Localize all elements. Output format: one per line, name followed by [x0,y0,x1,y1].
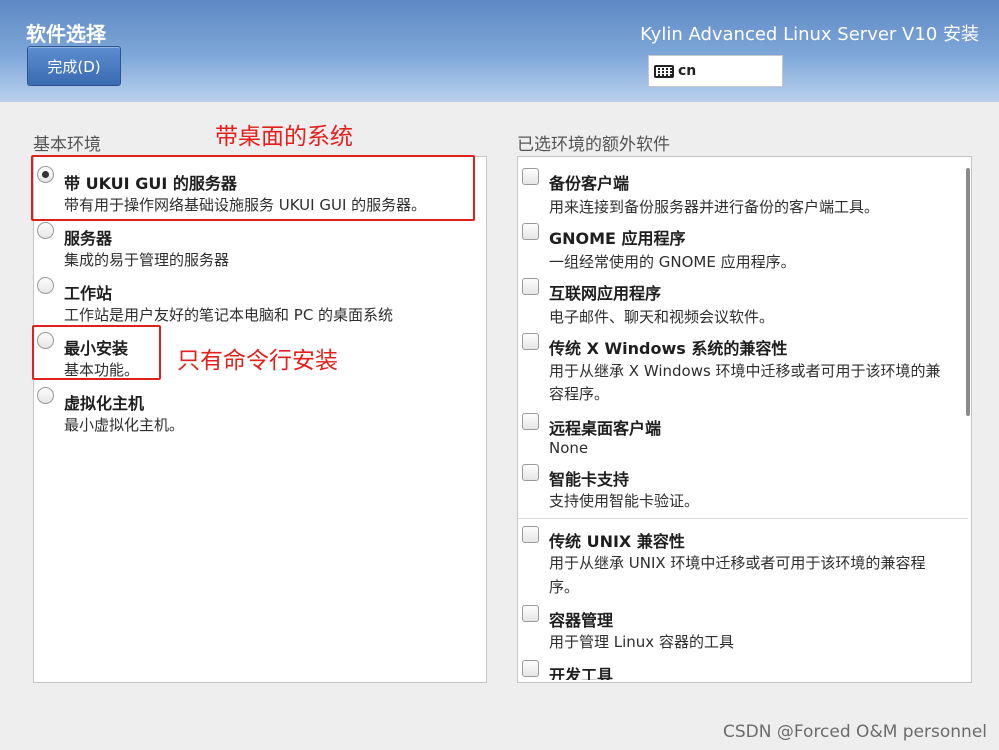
env-desc: 最小虚拟化主机。 [64,416,185,434]
env-title: 工作站 [64,284,113,303]
addon-desc-cont: 序。 [549,578,580,596]
radio-virtualization[interactable] [37,387,54,404]
checkbox-smartcard[interactable] [522,464,539,481]
addon-title: 互联网应用程序 [549,284,662,303]
done-button[interactable]: 完成(D) [27,46,121,86]
addon-title: 远程桌面客户端 [549,419,662,438]
addons-scrollbar[interactable] [966,168,970,416]
addon-title: 传统 X Windows 系统的兼容性 [549,339,788,358]
checkbox-gnome-apps[interactable] [522,223,539,240]
checkbox-x-windows-compat[interactable] [522,333,539,350]
keyboard-layout-indicator[interactable]: cn [648,55,783,87]
keyboard-icon [654,64,674,78]
keyboard-layout-label: cn [678,63,697,79]
addon-desc: 电子邮件、聊天和视频会议软件。 [549,308,775,326]
annotation-desktop-note: 带桌面的系统 [215,124,353,150]
checkbox-remote-desktop[interactable] [522,413,539,430]
addon-desc: 支持使用智能卡验证。 [549,492,700,510]
addon-desc: 用于从继承 X Windows 环境中迁移或者可用于该环境的兼 [549,362,941,380]
addon-desc: 用来连接到备份服务器并进行备份的客户端工具。 [549,198,880,216]
annotation-box-desktop [31,155,475,221]
addon-title: 传统 UNIX 兼容性 [549,532,685,551]
checkbox-unix-compat[interactable] [522,526,539,543]
base-env-label: 基本环境 [33,135,101,155]
checkbox-container-mgmt[interactable] [522,605,539,622]
radio-workstation[interactable] [37,277,54,294]
addon-title: 开发工具 [549,666,614,680]
annotation-cli-note: 只有命令行安装 [177,348,338,374]
env-title: 服务器 [64,229,113,248]
radio-server[interactable] [37,222,54,239]
checkbox-internet-apps[interactable] [522,278,539,295]
env-title: 虚拟化主机 [64,394,145,413]
addon-title: 智能卡支持 [549,470,630,489]
addon-desc: 一组经常使用的 GNOME 应用程序。 [549,253,796,271]
annotation-box-minimal [32,325,161,380]
addons-label: 已选环境的额外软件 [517,135,670,155]
addon-desc-cont: 容程序。 [549,385,610,403]
env-desc: 工作站是用户友好的笔记本电脑和 PC 的桌面系统 [64,306,394,324]
watermark: CSDN @Forced O&M personnel [723,722,987,742]
addon-desc: None [549,439,589,457]
addon-desc: 用于管理 Linux 容器的工具 [549,633,734,651]
addon-title: 备份客户端 [549,174,630,193]
checkbox-dev-tools[interactable] [522,660,539,677]
addon-desc: 用于从继承 UNIX 环境中迁移或者可用于该环境的兼容程 [549,554,926,572]
addon-title: 容器管理 [549,611,614,630]
env-desc: 集成的易于管理的服务器 [64,251,230,269]
product-title: Kylin Advanced Linux Server V10 安装 [640,24,979,45]
addon-title: GNOME 应用程序 [549,229,686,248]
checkbox-backup-client[interactable] [522,168,539,185]
group-separator [518,518,968,519]
page-title: 软件选择 [26,22,106,46]
header-bar: 软件选择 完成(D) Kylin Advanced Linux Server V… [0,0,999,102]
